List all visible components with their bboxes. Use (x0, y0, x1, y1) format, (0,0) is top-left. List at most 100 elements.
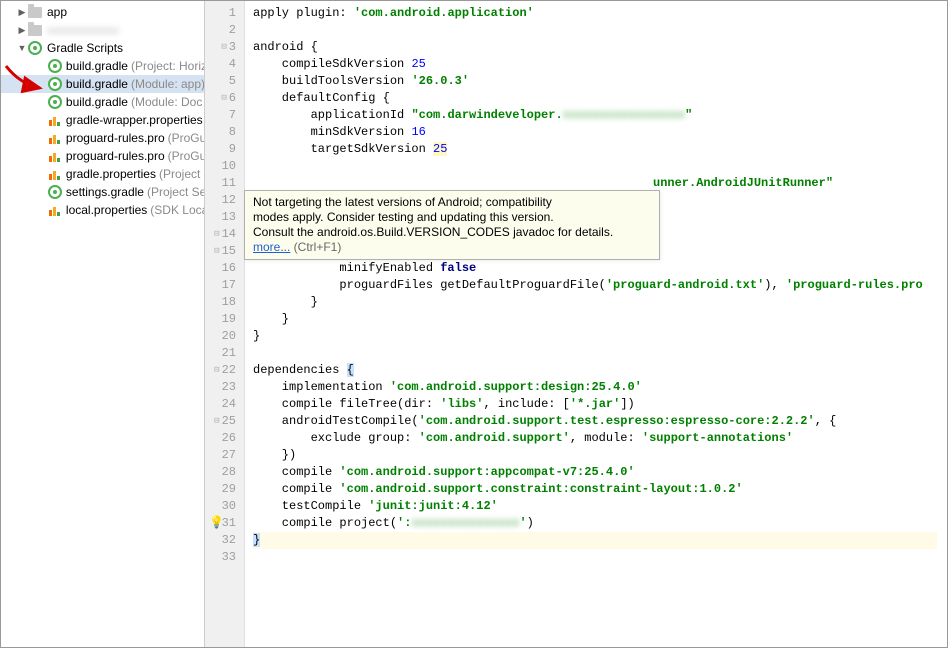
code-line[interactable]: minifyEnabled false (253, 260, 947, 277)
line-number: 32 (205, 532, 244, 549)
token: ' (519, 516, 526, 530)
line-number: 1 (205, 5, 244, 22)
code-editor[interactable]: 12⊟345⊟678910111213⊟14⊟15161718192021⊟22… (205, 1, 947, 647)
chevron-right-icon[interactable]: ▶ (17, 25, 27, 36)
intention-bulb-icon[interactable]: 💡 (209, 515, 224, 532)
tooltip-more-link[interactable]: more... (253, 240, 290, 254)
line-number: 9 (205, 141, 244, 158)
line-number: 21 (205, 345, 244, 362)
tooltip-text: Not targeting the latest versions of And… (253, 195, 552, 209)
code-line[interactable]: proguardFiles getDefaultProguardFile('pr… (253, 277, 947, 294)
code-line[interactable]: targetSdkVersion 25 (253, 141, 947, 158)
code-line[interactable]: buildToolsVersion '26.0.3' (253, 73, 947, 90)
code-line[interactable]: compile 'com.android.support.constraint:… (253, 481, 947, 498)
tree-item[interactable]: ▶build.gradle(Project: Horiz… (1, 57, 204, 75)
code-line[interactable]: androidTestCompile('com.android.support.… (253, 413, 947, 430)
code-line[interactable]: testCompile 'junit:junit:4.12' (253, 498, 947, 515)
tree-item[interactable]: ▶app (1, 3, 204, 21)
tree-item[interactable]: ▶build.gradle(Module: Doc… (1, 93, 204, 111)
line-number: ⊟25 (205, 413, 244, 430)
tree-label: build.gradle (66, 77, 128, 91)
token: 'com.android.support.constraint:constrai… (339, 482, 742, 496)
token: } (253, 329, 260, 343)
code-line[interactable]: } (253, 294, 947, 311)
token: minifyEnabled (253, 261, 440, 275)
code-line[interactable]: defaultConfig { (253, 90, 947, 107)
code-line[interactable]: compileSdkVersion 25 (253, 56, 947, 73)
token: 25 (411, 57, 425, 71)
tree-hint: (ProGu… (168, 131, 205, 145)
token: 'com.android.support.test.espresso:espre… (419, 414, 815, 428)
tree-hint: (ProGu… (168, 149, 205, 163)
code-line[interactable] (253, 22, 947, 39)
token: 'com.android.support:design:25.4.0' (390, 380, 642, 394)
token: ) (527, 516, 534, 530)
token: android { (253, 40, 318, 54)
token: " (685, 108, 692, 122)
code-line[interactable] (253, 549, 947, 566)
gradle-icon (48, 76, 62, 92)
line-number: 7 (205, 107, 244, 124)
line-number: ⊟3 (205, 39, 244, 56)
code-line[interactable]: } (253, 328, 947, 345)
code-line[interactable]: minSdkVersion 16 (253, 124, 947, 141)
editor-code[interactable]: apply plugin: 'com.android.application' a… (245, 1, 947, 647)
tree-label: xxxxxxxxxxxx (47, 23, 119, 37)
properties-icon (48, 148, 62, 164)
code-line[interactable]: dependencies { (253, 362, 947, 379)
properties-icon (48, 112, 62, 128)
code-line[interactable]: compile project(':xxxxxxxxxxxxxxx') (253, 515, 947, 532)
tree-item[interactable]: ▶proguard-rules.pro(ProGu… (1, 129, 204, 147)
fold-icon[interactable]: ⊟ (221, 90, 226, 107)
tree-label: gradle.properties (66, 167, 156, 181)
project-tree[interactable]: ▶app▶xxxxxxxxxxxx▼Gradle Scripts▶build.g… (1, 1, 205, 647)
token: , module: (570, 431, 642, 445)
code-line[interactable]: }) (253, 447, 947, 464)
token: buildToolsVersion (253, 74, 411, 88)
code-line[interactable]: implementation 'com.android.support:desi… (253, 379, 947, 396)
token: 'com.android.support' (419, 431, 570, 445)
tree-item[interactable]: ▶gradle-wrapper.properties (1, 111, 204, 129)
token: }) (253, 448, 296, 462)
token: compile project( (253, 516, 397, 530)
fold-icon[interactable]: ⊟ (214, 413, 219, 430)
chevron-right-icon[interactable]: ▶ (17, 7, 27, 18)
fold-icon[interactable]: ⊟ (221, 39, 226, 56)
token: false (440, 261, 476, 275)
tree-item[interactable]: ▶settings.gradle(Project Set… (1, 183, 204, 201)
token: , { (815, 414, 837, 428)
gradle-icon (48, 184, 62, 200)
fold-icon[interactable]: ⊟ (214, 226, 219, 243)
code-line[interactable]: android { (253, 39, 947, 56)
tree-item[interactable]: ▶build.gradle(Module: app) (1, 75, 204, 93)
code-line[interactable]: apply plugin: 'com.android.application' (253, 5, 947, 22)
tree-item[interactable]: ▶gradle.properties(Project P… (1, 165, 204, 183)
fold-icon[interactable]: ⊟ (214, 243, 219, 260)
code-line[interactable]: exclude group: 'com.android.support', mo… (253, 430, 947, 447)
code-line[interactable] (253, 158, 947, 175)
tree-item[interactable]: ▼Gradle Scripts (1, 39, 204, 57)
tree-item[interactable]: ▶proguard-rules.pro(ProGu… (1, 147, 204, 165)
code-line[interactable] (253, 345, 947, 362)
tree-label: settings.gradle (66, 185, 144, 199)
tree-hint: (Module: app) (131, 77, 205, 91)
fold-icon[interactable]: ⊟ (214, 362, 219, 379)
tree-label: proguard-rules.pro (66, 149, 165, 163)
token: dir: (404, 397, 440, 411)
token: testCompile (253, 499, 368, 513)
code-line[interactable]: compile 'com.android.support:appcompat-v… (253, 464, 947, 481)
line-number: 17 (205, 277, 244, 294)
code-line[interactable]: } (253, 532, 947, 549)
chevron-down-icon[interactable]: ▼ (17, 43, 27, 53)
code-line[interactable]: compile fileTree(dir: 'libs', include: [… (253, 396, 947, 413)
tree-item[interactable]: ▶ xxxxxxxxxxxx (1, 21, 204, 39)
token: exclude group: (253, 431, 419, 445)
code-line[interactable]: applicationId "com.darwindeveloper.xxxxx… (253, 107, 947, 124)
token: 'proguard-rules.pro (786, 278, 923, 292)
tree-item[interactable]: ▶local.properties(SDK Locat… (1, 201, 204, 219)
token: { (347, 363, 354, 377)
tree-hint: (Module: Doc… (131, 95, 205, 109)
token: } (253, 295, 318, 309)
code-line[interactable]: } (253, 311, 947, 328)
token: implementation (253, 380, 390, 394)
